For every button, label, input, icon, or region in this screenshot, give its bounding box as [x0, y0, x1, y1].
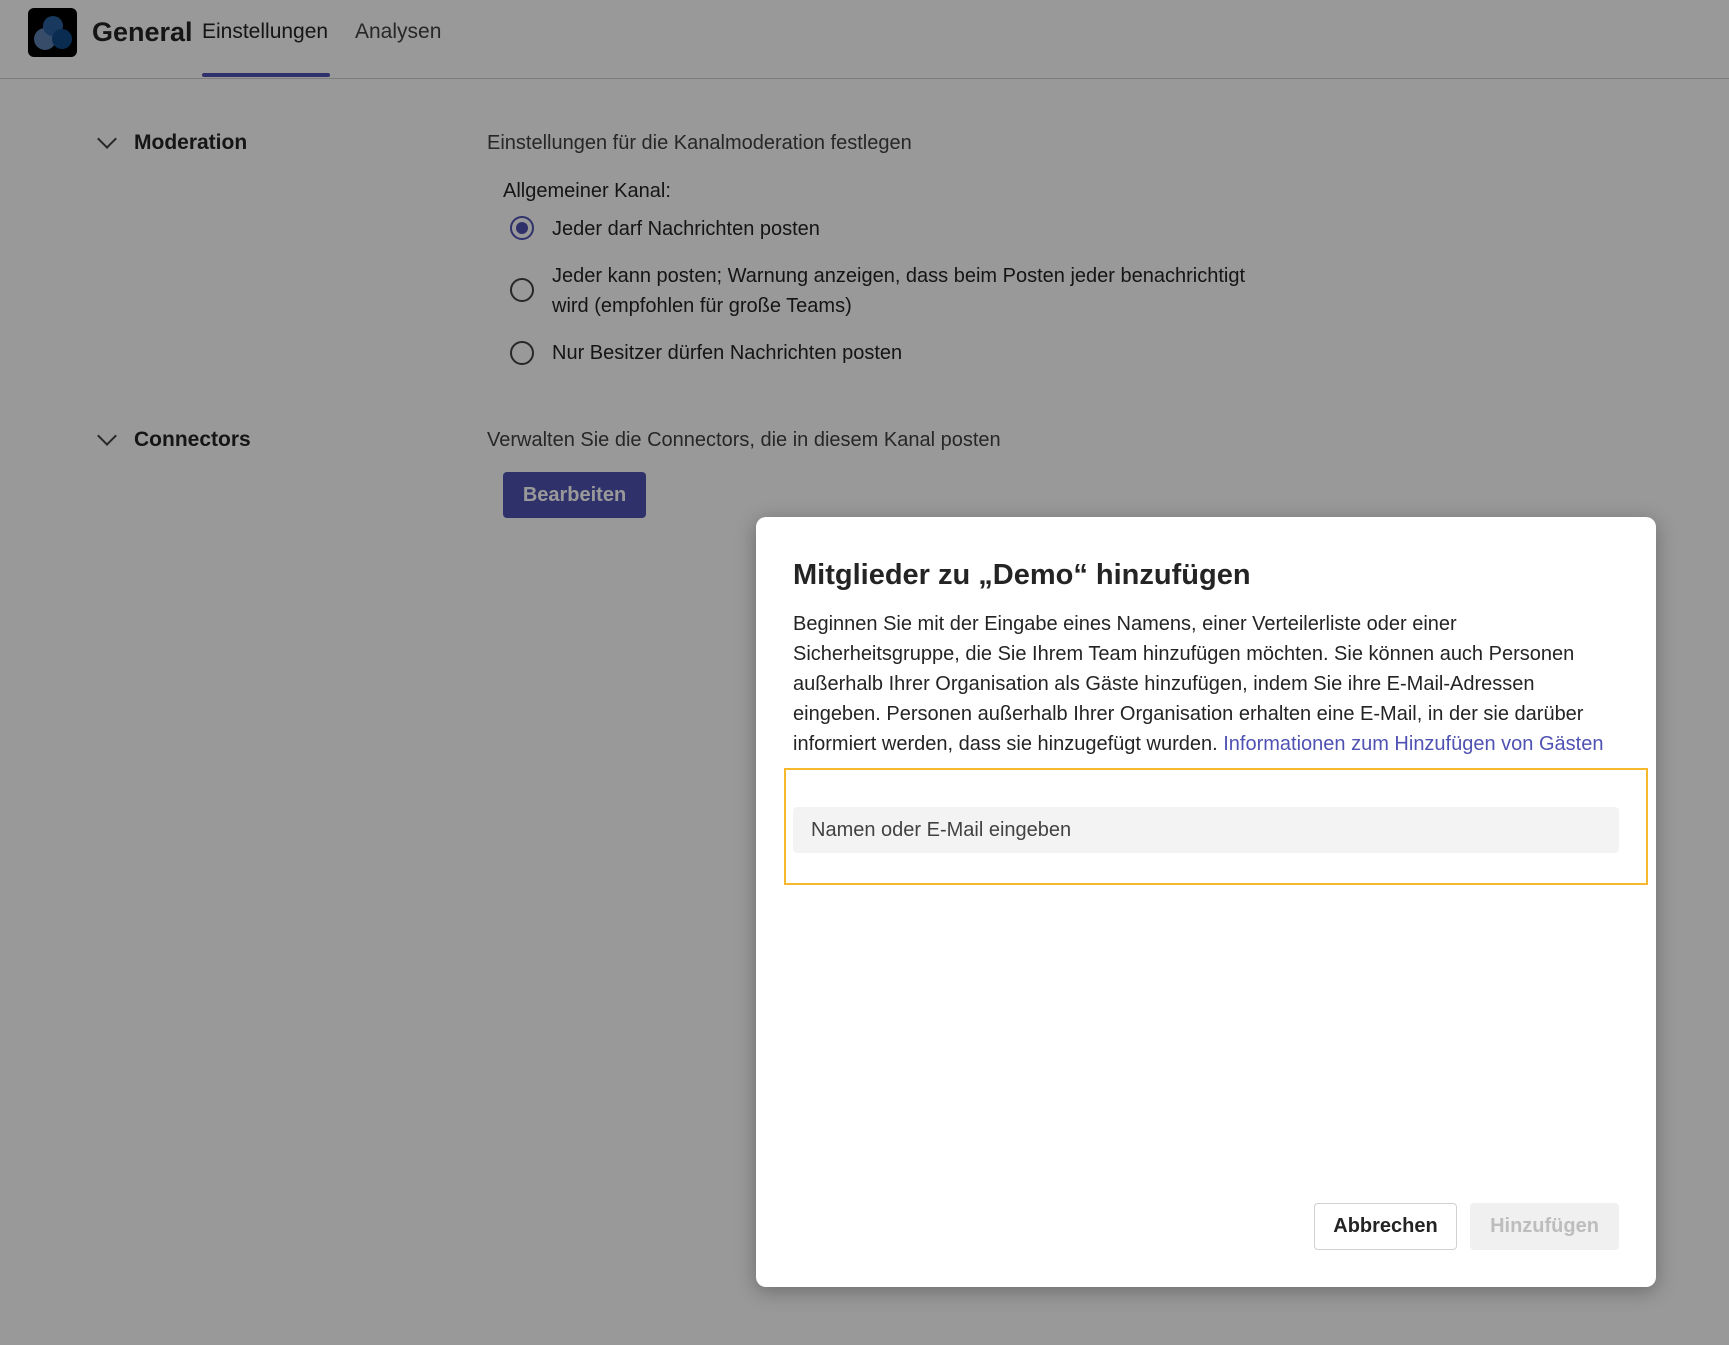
dialog-description: Beginnen Sie mit der Eingabe eines Namen…: [793, 609, 1623, 759]
cancel-button[interactable]: Abbrechen: [1314, 1203, 1457, 1250]
dialog-title: Mitglieder zu „Demo“ hinzufügen: [793, 559, 1251, 591]
guest-info-link[interactable]: Informationen zum Hinzufügen von Gästen: [1223, 733, 1603, 755]
add-members-dialog: Mitglieder zu „Demo“ hinzufügen Beginnen…: [756, 517, 1656, 1287]
add-button[interactable]: Hinzufügen: [1470, 1203, 1619, 1250]
name-or-email-input[interactable]: [793, 807, 1619, 853]
